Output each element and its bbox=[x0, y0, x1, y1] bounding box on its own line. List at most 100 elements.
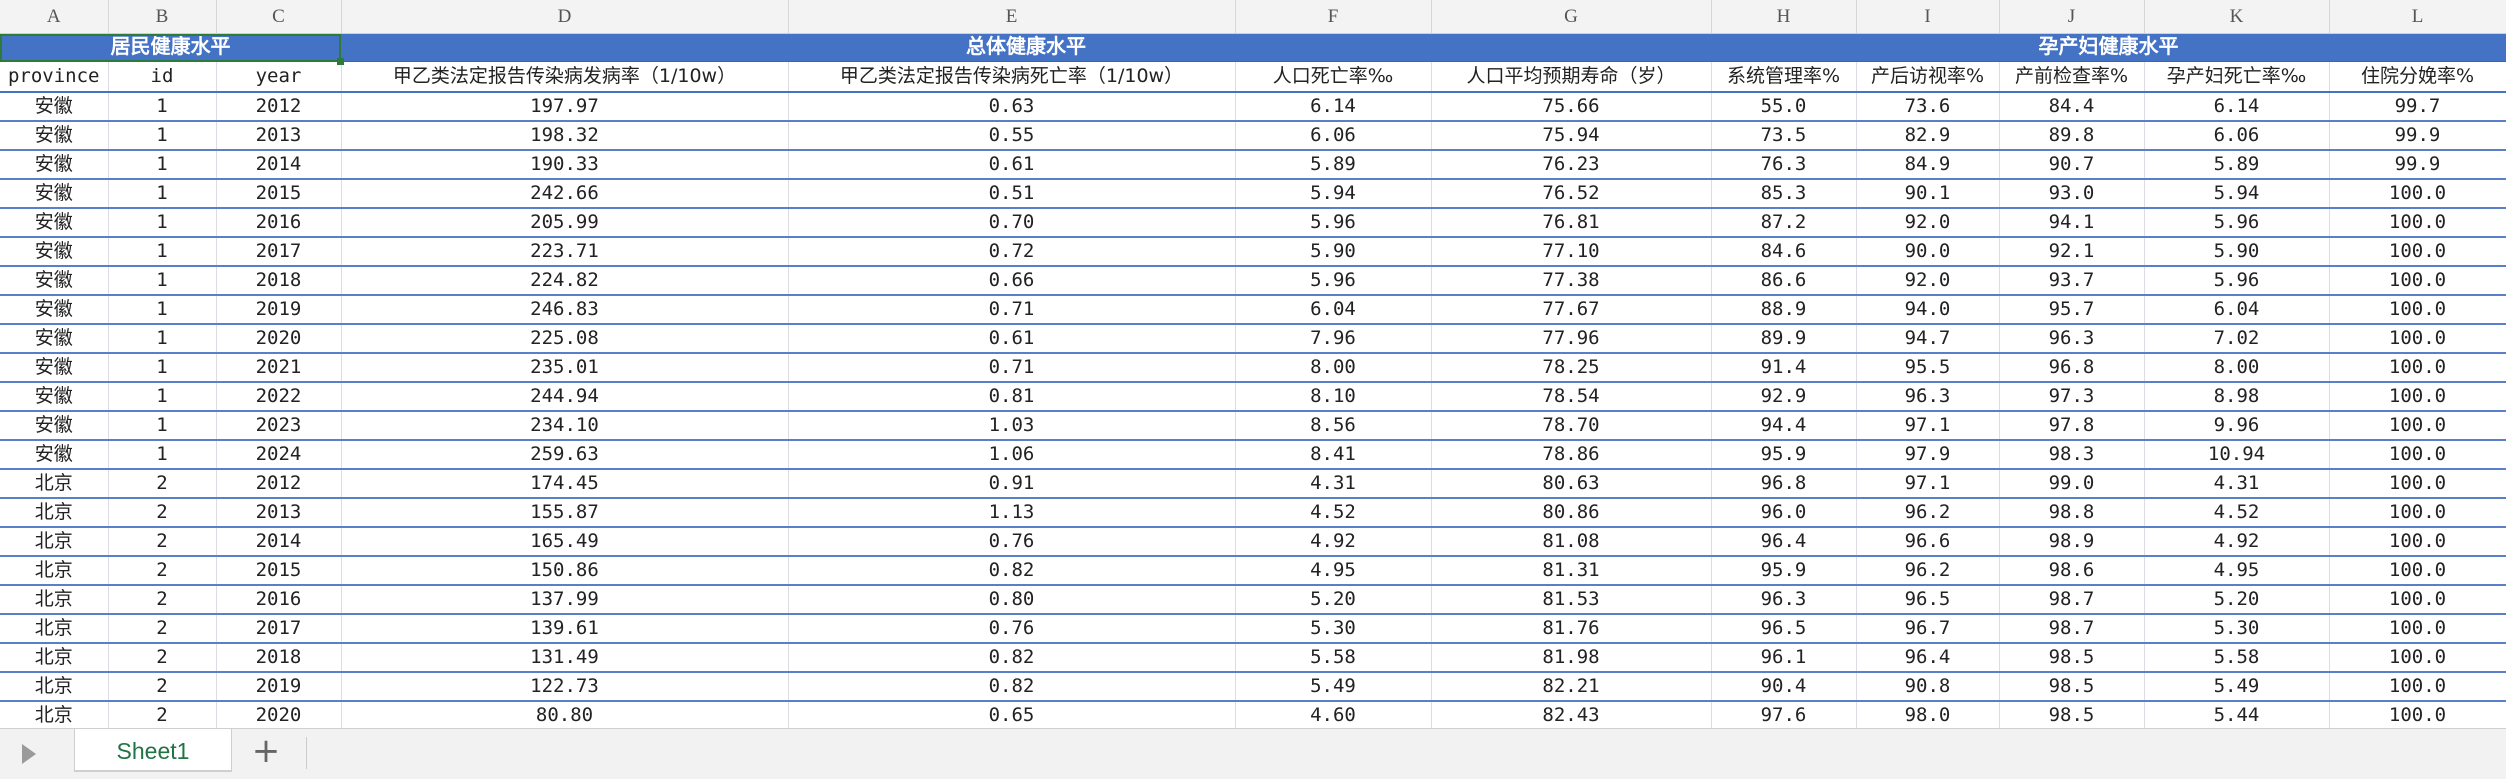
table-cell[interactable]: 安徽 bbox=[0, 266, 109, 296]
table-cell[interactable]: 4.52 bbox=[1235, 498, 1432, 528]
table-cell[interactable]: 5.94 bbox=[1235, 179, 1432, 209]
table-cell[interactable]: 93.7 bbox=[1999, 266, 2145, 296]
table-cell[interactable]: 73.6 bbox=[1856, 92, 2000, 122]
table-cell[interactable]: 8.00 bbox=[1235, 353, 1432, 383]
table-cell[interactable]: 1 bbox=[108, 179, 217, 209]
table-cell[interactable]: 5.96 bbox=[1235, 266, 1432, 296]
table-cell[interactable]: 2 bbox=[108, 585, 217, 615]
field-header[interactable]: 甲乙类法定报告传染病发病率（1/10w） bbox=[341, 61, 789, 93]
field-header[interactable]: 人口死亡率‰ bbox=[1235, 61, 1432, 93]
table-cell[interactable]: 81.98 bbox=[1431, 643, 1712, 673]
table-cell[interactable]: 190.33 bbox=[341, 150, 789, 180]
table-cell[interactable]: 7.96 bbox=[1235, 324, 1432, 354]
table-cell[interactable]: 2 bbox=[108, 614, 217, 644]
table-cell[interactable]: 1 bbox=[108, 411, 217, 441]
table-cell[interactable]: 90.8 bbox=[1856, 672, 2000, 702]
table-cell[interactable]: 0.82 bbox=[788, 643, 1236, 673]
table-cell[interactable]: 5.89 bbox=[2144, 150, 2330, 180]
column-header-l[interactable]: L bbox=[2329, 0, 2506, 34]
table-cell[interactable]: 82.21 bbox=[1431, 672, 1712, 702]
table-cell[interactable]: 0.82 bbox=[788, 672, 1236, 702]
table-cell[interactable]: 0.71 bbox=[788, 353, 1236, 383]
table-cell[interactable]: 0.61 bbox=[788, 324, 1236, 354]
table-cell[interactable]: 92.1 bbox=[1999, 237, 2145, 267]
table-cell[interactable]: 1 bbox=[108, 121, 217, 151]
table-cell[interactable]: 5.89 bbox=[1235, 150, 1432, 180]
table-cell[interactable]: 92.9 bbox=[1711, 382, 1857, 412]
table-cell[interactable]: 安徽 bbox=[0, 353, 109, 383]
table-cell[interactable]: 84.9 bbox=[1856, 150, 2000, 180]
table-cell[interactable]: 0.81 bbox=[788, 382, 1236, 412]
table-cell[interactable]: 96.2 bbox=[1856, 556, 2000, 586]
sheet-tab-sheet1[interactable]: Sheet1 bbox=[74, 729, 232, 772]
column-header-f[interactable]: F bbox=[1235, 0, 1432, 34]
table-cell[interactable]: 98.5 bbox=[1999, 643, 2145, 673]
table-cell[interactable]: 4.95 bbox=[1235, 556, 1432, 586]
table-cell[interactable]: 90.1 bbox=[1856, 179, 2000, 209]
table-cell[interactable]: 100.0 bbox=[2329, 411, 2506, 441]
table-cell[interactable]: 96.3 bbox=[1711, 585, 1857, 615]
table-cell[interactable]: 77.10 bbox=[1431, 237, 1712, 267]
table-cell[interactable]: 0.55 bbox=[788, 121, 1236, 151]
table-cell[interactable]: 2014 bbox=[216, 150, 342, 180]
table-cell[interactable]: 1 bbox=[108, 295, 217, 325]
table-cell[interactable]: 165.49 bbox=[341, 527, 789, 557]
table-cell[interactable]: 76.52 bbox=[1431, 179, 1712, 209]
table-cell[interactable]: 100.0 bbox=[2329, 353, 2506, 383]
table-cell[interactable]: 4.52 bbox=[2144, 498, 2330, 528]
table-cell[interactable]: 100.0 bbox=[2329, 701, 2506, 728]
table-cell[interactable]: 76.81 bbox=[1431, 208, 1712, 238]
table-cell[interactable]: 9.96 bbox=[2144, 411, 2330, 441]
table-cell[interactable]: 100.0 bbox=[2329, 237, 2506, 267]
table-cell[interactable]: 2016 bbox=[216, 585, 342, 615]
table-cell[interactable]: 197.97 bbox=[341, 92, 789, 122]
table-cell[interactable]: 96.5 bbox=[1856, 585, 2000, 615]
table-cell[interactable]: 2024 bbox=[216, 440, 342, 470]
table-cell[interactable]: 82.43 bbox=[1431, 701, 1712, 728]
table-cell[interactable]: 96.7 bbox=[1856, 614, 2000, 644]
table-cell[interactable]: 安徽 bbox=[0, 179, 109, 209]
table-cell[interactable]: 2018 bbox=[216, 266, 342, 296]
spreadsheet-grid[interactable]: A B C D E F G H I J K L 居民健康水平 总体健康水平 孕产妇健康水平 province i… bbox=[0, 0, 2506, 728]
field-header[interactable]: 产后访视率% bbox=[1856, 61, 2000, 93]
table-cell[interactable]: 2017 bbox=[216, 237, 342, 267]
field-header[interactable]: year bbox=[216, 61, 342, 93]
table-cell[interactable]: 80.63 bbox=[1431, 469, 1712, 499]
table-cell[interactable]: 安徽 bbox=[0, 150, 109, 180]
table-cell[interactable]: 76.23 bbox=[1431, 150, 1712, 180]
table-cell[interactable]: 5.90 bbox=[2144, 237, 2330, 267]
table-cell[interactable]: 安徽 bbox=[0, 324, 109, 354]
table-cell[interactable]: 安徽 bbox=[0, 411, 109, 441]
table-cell[interactable]: 95.9 bbox=[1711, 556, 1857, 586]
table-cell[interactable]: 89.8 bbox=[1999, 121, 2145, 151]
table-cell[interactable]: 92.0 bbox=[1856, 266, 2000, 296]
table-cell[interactable]: 2022 bbox=[216, 382, 342, 412]
table-cell[interactable]: 80.86 bbox=[1431, 498, 1712, 528]
table-cell[interactable]: 1 bbox=[108, 208, 217, 238]
table-cell[interactable]: 100.0 bbox=[2329, 266, 2506, 296]
table-cell[interactable]: 205.99 bbox=[341, 208, 789, 238]
table-cell[interactable]: 131.49 bbox=[341, 643, 789, 673]
table-cell[interactable]: 100.0 bbox=[2329, 469, 2506, 499]
table-cell[interactable]: 78.70 bbox=[1431, 411, 1712, 441]
table-cell[interactable]: 91.4 bbox=[1711, 353, 1857, 383]
table-cell[interactable]: 96.4 bbox=[1711, 527, 1857, 557]
table-cell[interactable]: 90.7 bbox=[1999, 150, 2145, 180]
table-cell[interactable]: 0.70 bbox=[788, 208, 1236, 238]
table-cell[interactable]: 95.7 bbox=[1999, 295, 2145, 325]
table-cell[interactable]: 0.72 bbox=[788, 237, 1236, 267]
table-cell[interactable]: 5.96 bbox=[2144, 208, 2330, 238]
table-cell[interactable]: 5.96 bbox=[1235, 208, 1432, 238]
field-header[interactable]: province bbox=[0, 61, 109, 93]
table-cell[interactable]: 8.56 bbox=[1235, 411, 1432, 441]
table-cell[interactable]: 5.44 bbox=[2144, 701, 2330, 728]
table-cell[interactable]: 2020 bbox=[216, 701, 342, 728]
field-header[interactable]: 系统管理率% bbox=[1711, 61, 1857, 93]
table-cell[interactable]: 97.6 bbox=[1711, 701, 1857, 728]
table-cell[interactable]: 77.38 bbox=[1431, 266, 1712, 296]
table-cell[interactable]: 4.60 bbox=[1235, 701, 1432, 728]
table-cell[interactable]: 4.95 bbox=[2144, 556, 2330, 586]
table-cell[interactable]: 2018 bbox=[216, 643, 342, 673]
table-cell[interactable]: 94.0 bbox=[1856, 295, 2000, 325]
table-cell[interactable]: 225.08 bbox=[341, 324, 789, 354]
